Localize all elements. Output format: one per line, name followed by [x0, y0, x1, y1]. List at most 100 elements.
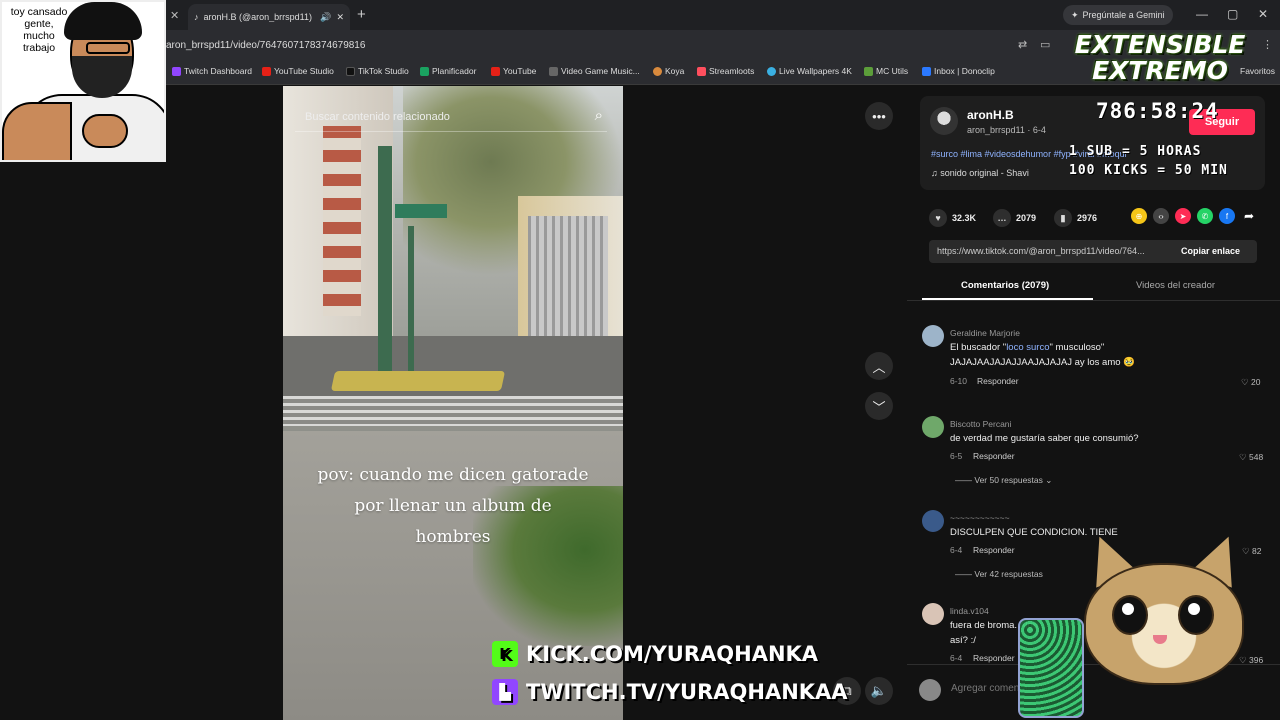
like-count: 32.3K [952, 213, 977, 223]
bookmark-label: Twitch Dashboard [184, 66, 253, 76]
view-replies-button[interactable]: —— Ver 42 respuestas [955, 569, 1043, 579]
like-button[interactable]: ♥ 32.3K [929, 209, 976, 227]
next-video-button[interactable]: ﹀ [865, 392, 893, 420]
tab-divider [907, 300, 1280, 301]
view-replies-label: Ver 50 respuestas [974, 475, 1043, 485]
new-tab-icon[interactable]: + [357, 6, 366, 23]
avatar[interactable] [922, 603, 944, 625]
whatsapp-icon[interactable]: ✆ [1197, 208, 1213, 224]
gemini-label: Pregúntale a Gemini [1082, 10, 1165, 20]
bookmark-live-wallpapers[interactable]: Live Wallpapers 4K [767, 66, 852, 76]
comment-like-button[interactable]: ♡ 20 [1241, 377, 1260, 388]
scene-pole [378, 146, 392, 371]
avatar-hand [82, 114, 128, 148]
more-options-icon[interactable]: ••• [865, 102, 893, 130]
gemini-button[interactable]: ✦ Pregúntale a Gemini [1063, 5, 1173, 25]
reply-button[interactable]: Responder [973, 653, 1015, 663]
tab-comments[interactable]: Comentarios (2079) [961, 280, 1049, 291]
avatar[interactable] [922, 416, 944, 438]
comment-like-count: 548 [1249, 452, 1264, 462]
bookmark-video-game-music[interactable]: Video Game Music... [549, 66, 640, 76]
bookmark-label: Inbox | Donoclip [934, 66, 995, 76]
user-avatar [919, 679, 941, 701]
browser-tab-active[interactable]: ♪ aronH.B (@aron_brrspd11) 🔊 ✕ [188, 4, 350, 30]
minimize-icon[interactable]: — [1196, 7, 1208, 21]
bookmark-planificador[interactable]: Planificador [420, 66, 476, 76]
volume-icon[interactable]: 🔈 [865, 677, 893, 705]
cat-face [1084, 563, 1244, 685]
search-placeholder: Buscar contenido relacionado [305, 110, 450, 123]
bookmark-streamloots[interactable]: Streamloots [697, 66, 754, 76]
related-search-input[interactable]: Buscar contenido relacionado ⌕ [295, 102, 607, 132]
comment-author[interactable]: linda.v104 [950, 606, 989, 616]
author-name[interactable]: aronH.B [967, 108, 1014, 122]
close-tab-icon[interactable]: ✕ [170, 9, 179, 22]
search-icon[interactable]: ⌕ [595, 107, 603, 124]
bookmark-label: YouTube Studio [274, 66, 334, 76]
comment-author[interactable]: ~~~~~~~~~~~~ [950, 513, 1010, 523]
cat-eye [1178, 595, 1214, 635]
bookmark-youtube-studio[interactable]: YouTube Studio [262, 66, 334, 76]
comment-count-button[interactable]: … 2079 [993, 209, 1036, 227]
wallpaper-icon [767, 66, 776, 76]
close-tab-icon[interactable]: ✕ [336, 12, 344, 23]
audio-playing-icon[interactable]: 🔊 [320, 12, 331, 23]
kick-icon: K [492, 641, 518, 667]
video-player[interactable]: pov: cuando me dicen gatorade por llenar… [283, 86, 623, 720]
scene-pole [408, 226, 414, 371]
save-button[interactable]: ▮ 2976 [1054, 209, 1097, 227]
scene-balconies [323, 126, 361, 316]
comment-date: 6-4 [950, 545, 963, 555]
caption-line: hombres [415, 527, 491, 547]
copy-link-button[interactable]: Copiar enlace [1181, 246, 1240, 256]
search-highlight[interactable]: loco surco [1006, 342, 1049, 353]
comment-author[interactable]: Geraldine Marjorie [950, 328, 1020, 338]
author-avatar[interactable] [930, 107, 958, 135]
video-caption: pov: cuando me dicen gatorade por llenar… [283, 460, 623, 553]
facebook-icon[interactable]: f [1219, 208, 1235, 224]
share-icon-1[interactable]: ⊕ [1131, 208, 1147, 224]
maximize-icon[interactable]: ▢ [1227, 7, 1238, 21]
twitch-overlay: ▙ TWITCH.TV/YURAQHANKAA [492, 679, 848, 705]
share-arrow-icon[interactable]: ➦ [1241, 208, 1257, 224]
tiktok-icon [346, 66, 355, 76]
comment-like-button[interactable]: ♡ 548 [1239, 452, 1263, 463]
send-icon[interactable]: ➤ [1175, 208, 1191, 224]
bookmark-koya[interactable]: Koya [653, 66, 684, 76]
reply-button[interactable]: Responder [977, 376, 1019, 386]
sound-link[interactable]: ♫ sonido original - Shavi [931, 168, 1029, 178]
kick-overlay: K KICK.COM/YURAQHANKA [492, 641, 818, 667]
translate-icon[interactable]: ⇄ [1018, 38, 1027, 51]
bookmark-mc-utils[interactable]: MC Utils [864, 66, 908, 76]
bookmark-label: MC Utils [876, 66, 909, 76]
comment-date: 6-10 [950, 376, 968, 386]
url-field[interactable]: aron_brrspd11/video/7647607178374679816 [166, 40, 365, 51]
comment-like-count: 20 [1251, 377, 1261, 387]
comment-author[interactable]: Biscotto Percani [950, 419, 1011, 429]
comment-date: 6-5 [950, 451, 963, 461]
embed-icon[interactable]: ‹› [1153, 208, 1169, 224]
reply-button[interactable]: Responder [973, 451, 1015, 461]
avatar[interactable] [922, 325, 944, 347]
video-link[interactable]: https://www.tiktok.com/@aron_brrspd11/vi… [937, 246, 1145, 256]
bookmark-youtube[interactable]: YouTube [491, 66, 536, 76]
avatar[interactable] [922, 510, 944, 532]
chevron-down-icon: ⌄ [1045, 475, 1053, 485]
subathon-rule: 1 SUB = 5 HORAS [1069, 144, 1202, 159]
subathon-timer: 786:58:24 [1096, 99, 1219, 123]
bookmark-twitch-dashboard[interactable]: Twitch Dashboard [172, 66, 252, 76]
bookmark-donoclip[interactable]: Inbox | Donoclip [922, 66, 995, 76]
reply-button[interactable]: Responder [973, 545, 1015, 555]
save-count: 2976 [1077, 213, 1098, 223]
cast-icon[interactable]: ▭ [1040, 38, 1050, 51]
bookmark-tiktok-studio[interactable]: TikTok Studio [346, 66, 409, 76]
comment-text: así? :/ [950, 635, 976, 646]
previous-video-button[interactable]: ︿ [865, 352, 893, 380]
gemini-icon: ✦ [1071, 9, 1079, 20]
streamer-avatar-overlay: toy cansado gente, mucho trabajo [0, 0, 166, 162]
tiktok-icon: ♪ [194, 12, 199, 22]
close-window-icon[interactable]: ✕ [1258, 7, 1268, 21]
view-replies-button[interactable]: —— Ver 50 respuestas ⌄ [955, 475, 1052, 486]
menu-icon[interactable]: ⋮ [1262, 38, 1273, 51]
tab-creator-videos[interactable]: Videos del creador [1136, 280, 1215, 291]
